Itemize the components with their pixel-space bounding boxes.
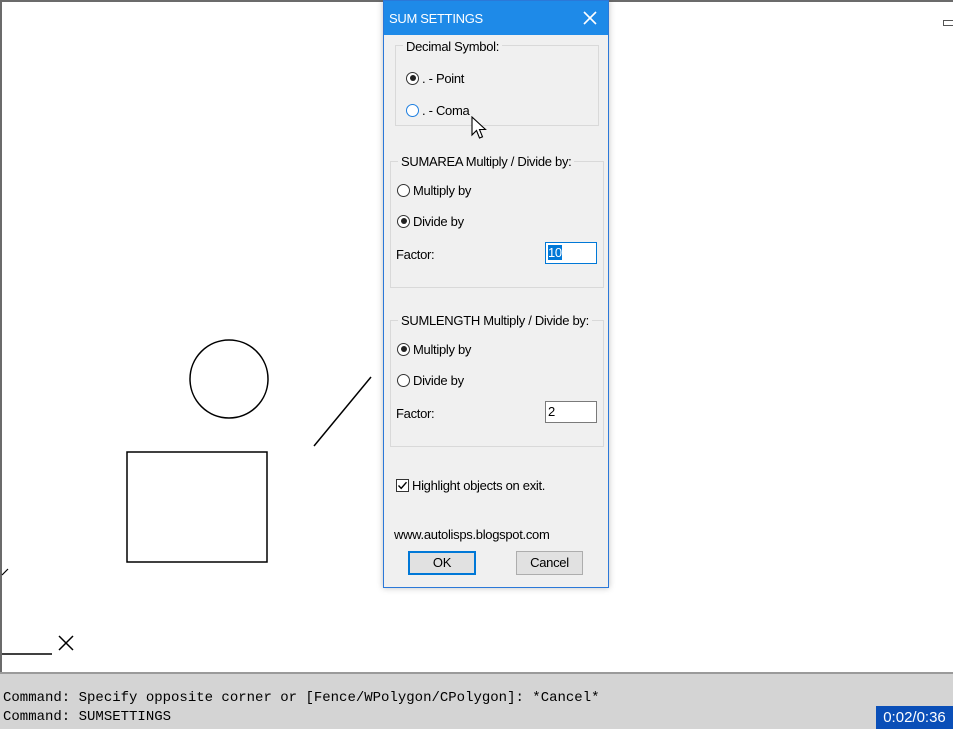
command-line-area[interactable]: Command: Specify opposite corner or [Fen… <box>0 672 953 729</box>
radio-indicator <box>406 71 419 85</box>
radio-label: . - Point <box>422 70 465 86</box>
decimal-coma-radio[interactable]: . - Coma <box>406 100 470 120</box>
sumarea-divide-radio[interactable]: Divide by <box>397 211 464 231</box>
checkbox-box <box>396 478 409 492</box>
decimal-symbol-legend: Decimal Symbol: <box>403 39 503 54</box>
radio-indicator <box>397 373 410 387</box>
radio-indicator <box>406 103 419 117</box>
radio-indicator <box>397 342 410 356</box>
drawing-line <box>313 376 372 447</box>
sumlength-multiply-radio[interactable]: Multiply by <box>397 339 471 359</box>
sumlength-factor-input[interactable]: 2 <box>545 401 597 423</box>
selected-text: 10 <box>548 245 562 260</box>
dialog-titlebar[interactable]: SUM SETTINGS <box>384 1 608 35</box>
radio-indicator <box>397 183 410 197</box>
radio-label: Multiply by <box>413 341 472 357</box>
drawing-circle <box>189 339 269 419</box>
radio-label: . - Coma <box>422 102 470 118</box>
sumarea-multiply-radio[interactable]: Multiply by <box>397 180 471 200</box>
close-icon <box>583 11 597 25</box>
radio-label: Multiply by <box>413 182 472 198</box>
sumarea-factor-input[interactable]: 10 <box>545 242 597 264</box>
radio-label: Divide by <box>413 372 464 388</box>
ucs-x-marker <box>58 635 74 651</box>
checkmark-icon <box>397 481 408 489</box>
mouse-cursor-icon <box>471 116 487 139</box>
checkbox-label: Highlight objects on exit. <box>412 477 546 493</box>
sumlength-legend: SUMLENGTH Multiply / Divide by: <box>398 313 592 328</box>
sum-settings-dialog: SUM SETTINGS Decimal Symbol: . - Point .… <box>383 0 609 588</box>
sumarea-factor-label: Factor: <box>396 247 435 262</box>
sumarea-legend: SUMAREA Multiply / Divide by: <box>398 154 575 169</box>
ok-button[interactable]: OK <box>408 551 476 575</box>
dialog-title: SUM SETTINGS <box>389 11 483 26</box>
cancel-button[interactable]: Cancel <box>516 551 583 575</box>
sumlength-divide-radio[interactable]: Divide by <box>397 370 464 390</box>
input-text: 2 <box>548 404 555 419</box>
close-button[interactable] <box>575 5 605 31</box>
drawing-tick <box>1 568 9 576</box>
radio-indicator <box>397 214 410 228</box>
sumlength-factor-label: Factor: <box>396 406 435 421</box>
decimal-point-radio[interactable]: . - Point <box>406 68 464 88</box>
command-history-line: Command: Specify opposite corner or [Fen… <box>3 690 600 706</box>
drawing-rectangle <box>126 451 268 563</box>
highlight-objects-checkbox[interactable]: Highlight objects on exit. <box>396 475 545 495</box>
website-link[interactable]: www.autolisps.blogspot.com <box>394 527 550 542</box>
video-timer: 0:02/0:36 <box>876 706 953 729</box>
command-current-line: Command: SUMSETTINGS <box>3 709 172 725</box>
radio-label: Divide by <box>413 213 464 229</box>
